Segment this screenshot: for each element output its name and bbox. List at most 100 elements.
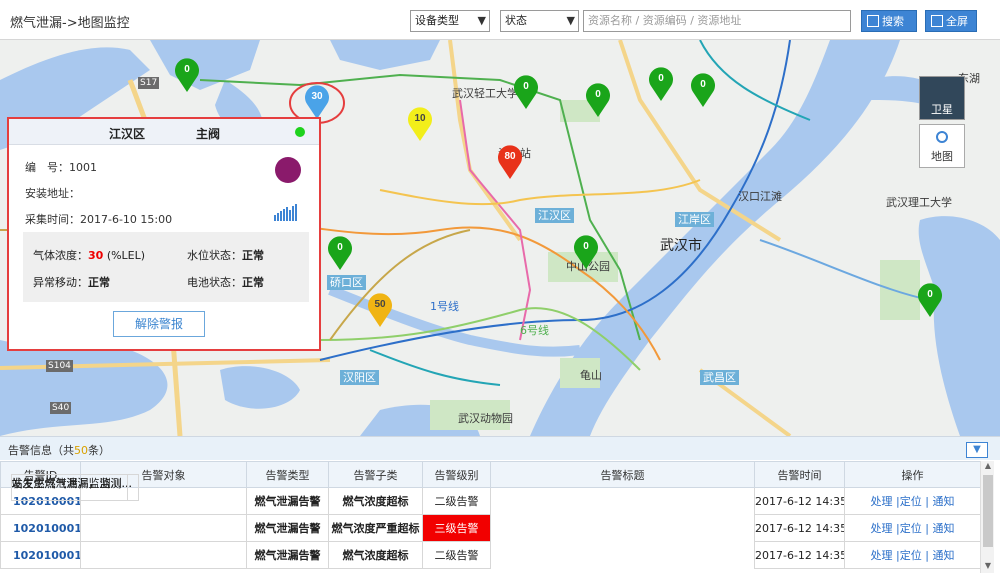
map-label: 武汉动物园 xyxy=(458,412,513,425)
collapse-panel-button[interactable]: ▼ xyxy=(966,442,988,458)
locate-link[interactable]: 定位 xyxy=(900,522,922,535)
map-label: 汉口江滩 xyxy=(738,190,782,203)
alarm-object xyxy=(80,541,247,569)
popup-header: 江汉区 主阀 xyxy=(9,119,319,145)
table-scrollbar[interactable]: ▲ ▼ xyxy=(980,461,994,573)
scroll-down-icon[interactable]: ▼ xyxy=(981,561,995,573)
alarm-actions: 处理 |定位 | 通知 xyxy=(844,541,981,569)
map-district-label: 江汉区 xyxy=(535,208,574,223)
alarm-time: 2017-6-12 14:35 xyxy=(754,541,845,569)
location-pin-icon xyxy=(936,131,948,143)
alarm-actions: 处理 |定位 | 通知 xyxy=(844,487,981,515)
scroll-thumb[interactable] xyxy=(983,475,993,547)
alarm-type: 燃气泄漏告警 xyxy=(246,541,329,569)
alarm-table: 告警ID 告警对象 告警类型 告警子类 告警级别 告警标题 告警时间 操作 10… xyxy=(0,461,981,569)
column-header[interactable]: 告警子类 xyxy=(328,461,423,488)
alarm-pin[interactable]: 0 xyxy=(573,234,599,270)
alarm-panel-header: 告警信息（共50条） xyxy=(0,436,1000,460)
map-district-label: 汉阳区 xyxy=(340,370,379,385)
map-label: 龟山 xyxy=(580,369,602,382)
fullscreen-button[interactable]: 全屏 xyxy=(925,10,977,32)
column-header[interactable]: 告警级别 xyxy=(422,461,491,488)
battery-row: 电池状态：正常 xyxy=(187,276,264,289)
road-tag: S17 xyxy=(138,77,160,89)
alarm-level: 二级告警 xyxy=(422,487,491,515)
gas-level-row: 气体浓度：30 (%LEL) xyxy=(33,249,146,262)
popup-id-row: 编 号：1001 xyxy=(25,161,97,174)
alarm-pin[interactable]: 0 xyxy=(690,72,716,108)
handle-link[interactable]: 处理 xyxy=(871,549,893,562)
road-tag: S104 xyxy=(46,360,73,372)
alarm-panel-title: 告警信息（共50条） xyxy=(8,444,110,457)
map-district-label: 武昌区 xyxy=(700,370,739,385)
alarm-pin[interactable]: 0 xyxy=(648,66,674,102)
map-label: 武汉轻工大学 xyxy=(452,87,518,100)
top-bar: 燃气泄漏->地图监控 设备类型 ▼ 状态 ▼ 资源名称 / 资源编码 / 资源地… xyxy=(0,0,1000,40)
popup-status-panel: 气体浓度：30 (%LEL) 水位状态：正常 异常移动：正常 电池状态：正常 xyxy=(23,232,309,302)
column-header[interactable]: 告警类型 xyxy=(246,461,329,488)
satellite-view-button[interactable]: 卫星 xyxy=(919,76,965,120)
table-row[interactable]: 102010001 燃气泄漏告警 燃气浓度严重超标 三级告警 站发生燃气泄漏，监… xyxy=(0,473,981,542)
scroll-up-icon[interactable]: ▲ xyxy=(981,461,995,473)
page-title: 燃气泄漏->地图监控 xyxy=(10,16,130,31)
abnormal-move-row: 异常移动：正常 xyxy=(33,276,110,289)
alarm-pin[interactable]: 50 xyxy=(367,292,393,328)
alarm-id[interactable]: 102010001 xyxy=(0,514,81,542)
alarm-pin[interactable]: 0 xyxy=(585,82,611,118)
column-header[interactable]: 告警标题 xyxy=(490,461,755,488)
fullscreen-icon xyxy=(931,15,943,27)
alarm-pin[interactable]: 0 xyxy=(327,235,353,271)
handle-link[interactable]: 处理 xyxy=(871,495,893,508)
column-header: 操作 xyxy=(844,461,981,488)
popup-address-row: 安装地址： xyxy=(25,187,80,200)
signal-bars-icon xyxy=(274,204,297,221)
chevron-down-icon: ▼ xyxy=(477,14,486,27)
notify-link[interactable]: 通知 xyxy=(932,522,954,535)
popup-district: 江汉区 xyxy=(109,127,146,141)
map-label: 6号线 xyxy=(520,324,549,337)
alarm-subtype: 燃气浓度超标 xyxy=(328,541,423,569)
alarm-actions: 处理 |定位 | 通知 xyxy=(844,514,981,542)
alarm-pin[interactable]: 0 xyxy=(174,57,200,93)
table-row[interactable]: 102010001 燃气泄漏告警 燃气浓度超标 二级告警 发生燃气泄漏，监测..… xyxy=(0,473,981,569)
table-row[interactable]: 102010001 燃气泄漏告警 燃气浓度超标 二级告警 站发生燃气泄漏，监测.… xyxy=(0,473,981,515)
search-input[interactable]: 资源名称 / 资源编码 / 资源地址 xyxy=(583,10,851,32)
alarm-object xyxy=(80,514,247,542)
search-button[interactable]: 搜索 xyxy=(861,10,917,32)
alarm-time: 2017-6-12 14:35 xyxy=(754,487,845,515)
chevron-down-icon: ▼ xyxy=(566,14,575,27)
column-header[interactable]: 告警时间 xyxy=(754,461,845,488)
search-icon xyxy=(867,15,879,27)
status-dot-icon xyxy=(295,127,305,137)
locate-link[interactable]: 定位 xyxy=(900,495,922,508)
alarm-level: 三级告警 xyxy=(422,514,491,542)
map-district-label: 江岸区 xyxy=(675,212,714,227)
alarm-pin[interactable]: 10 xyxy=(407,106,433,142)
device-type-select[interactable]: 设备类型 ▼ xyxy=(410,10,490,32)
alarm-id[interactable]: 102010001 xyxy=(0,541,81,569)
map-label: 1号线 xyxy=(430,300,459,313)
locate-link[interactable]: 定位 xyxy=(900,549,922,562)
alarm-pin[interactable]: 80 xyxy=(497,144,523,180)
alarm-pin[interactable]: 0 xyxy=(917,282,943,318)
handle-link[interactable]: 处理 xyxy=(871,522,893,535)
device-info-popup: 江汉区 主阀 编 号：1001 安装地址： 采集时间：2017-6-10 15:… xyxy=(7,117,321,351)
alarm-title: 发生燃气泄漏，监测... xyxy=(10,473,128,501)
alarm-subtype: 燃气浓度超标 xyxy=(328,487,423,515)
notify-link[interactable]: 通知 xyxy=(932,549,954,562)
map-view-button[interactable]: 地图 xyxy=(919,124,965,168)
release-alarm-button[interactable]: 解除警报 xyxy=(113,311,205,337)
road-tag: S40 xyxy=(50,402,72,414)
map-district-label: 硚口区 xyxy=(327,275,366,290)
map-city-label: 武汉市 xyxy=(660,238,702,254)
alarm-subtype: 燃气浓度严重超标 xyxy=(328,514,423,542)
alarm-pin[interactable]: 0 xyxy=(513,74,539,110)
alarm-pin[interactable]: 30 xyxy=(304,84,330,120)
device-avatar-icon xyxy=(275,157,301,183)
notify-link[interactable]: 通知 xyxy=(932,495,954,508)
status-select[interactable]: 状态 ▼ xyxy=(500,10,579,32)
popup-valve: 主阀 xyxy=(196,127,221,141)
alarm-time: 2017-6-12 14:35 xyxy=(754,514,845,542)
popup-time-row: 采集时间：2017-6-10 15:00 xyxy=(25,213,173,226)
alarm-type: 燃气泄漏告警 xyxy=(246,514,329,542)
